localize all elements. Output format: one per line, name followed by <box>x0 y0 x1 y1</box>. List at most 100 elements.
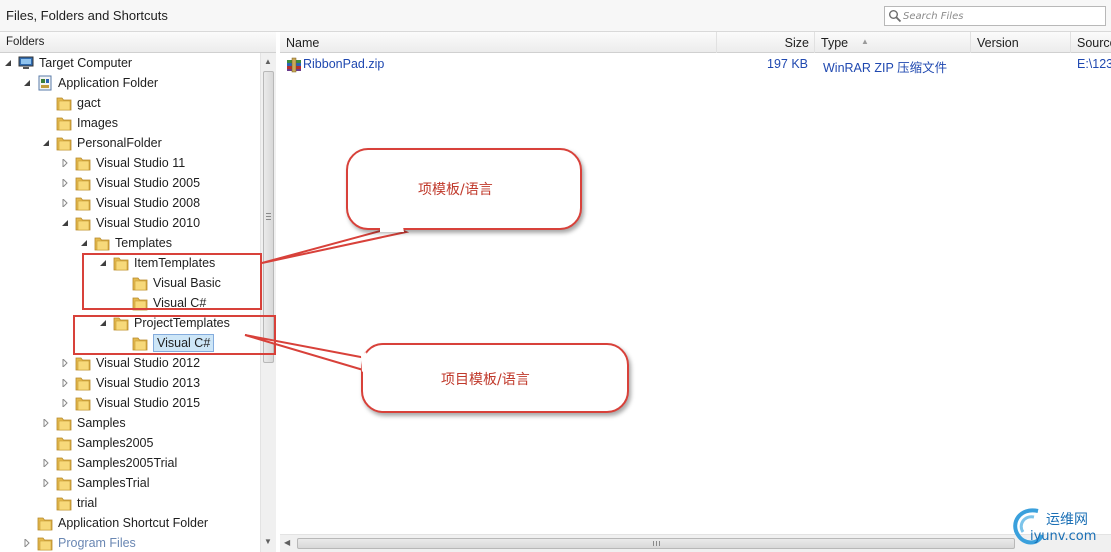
collapsed-arrow-icon[interactable] <box>61 179 69 187</box>
horizontal-scroll-thumb[interactable] <box>297 538 1015 549</box>
folder-icon <box>75 377 91 391</box>
tree-node-label: PersonalFolder <box>77 136 162 150</box>
collapsed-arrow-icon[interactable] <box>42 479 50 487</box>
tree-node[interactable]: PersonalFolder <box>0 133 260 153</box>
folder-icon <box>56 477 72 491</box>
files-horizontal-scrollbar[interactable]: ◀ <box>280 534 1111 552</box>
tree-node[interactable]: Templates <box>0 233 260 253</box>
folder-icon <box>56 97 72 111</box>
callout-item-text: 项模板/语言 <box>418 182 493 198</box>
tree-node-label: Visual Studio 2013 <box>96 376 201 390</box>
scroll-left-arrow-icon[interactable]: ◀ <box>284 538 290 547</box>
collapsed-arrow-icon[interactable] <box>61 359 69 367</box>
expanded-arrow-icon[interactable] <box>42 139 50 147</box>
tree-node-label: Visual Studio 2015 <box>96 396 201 410</box>
tree-node[interactable]: Program Files <box>0 533 260 552</box>
file-row[interactable]: RibbonPad.zip 197 KB WinRAR ZIP 压缩文件 E:\… <box>280 54 1111 75</box>
folder-icon <box>56 137 72 151</box>
tree-node[interactable]: gact <box>0 93 260 113</box>
tree-node-label: Visual Studio 2005 <box>96 176 201 190</box>
column-header-size[interactable]: Size <box>717 32 815 53</box>
scroll-down-arrow-icon[interactable]: ▼ <box>264 537 272 546</box>
folder-icon <box>75 157 91 171</box>
collapsed-arrow-icon[interactable] <box>42 459 50 467</box>
tree-node[interactable]: Visual Studio 2013 <box>0 373 260 393</box>
folder-icon <box>56 417 72 431</box>
sort-ascending-icon: ▲ <box>861 37 869 46</box>
tree-node[interactable]: Images <box>0 113 260 133</box>
scroll-up-arrow-icon[interactable]: ▲ <box>264 57 272 66</box>
folder-icon <box>37 517 53 531</box>
file-type: WinRAR ZIP 压缩文件 <box>823 61 948 75</box>
folders-header: Folders <box>0 32 276 53</box>
folder-icon <box>56 457 72 471</box>
tree-node[interactable]: Samples <box>0 413 260 433</box>
column-header-type[interactable]: Type ▲ <box>815 32 971 53</box>
search-box[interactable] <box>884 6 1106 26</box>
collapsed-arrow-icon[interactable] <box>61 199 69 207</box>
tree-node[interactable]: SamplesTrial <box>0 473 260 493</box>
folder-icon <box>75 177 91 191</box>
item-templates-highlight <box>82 253 262 310</box>
collapsed-arrow-icon[interactable] <box>23 539 31 547</box>
folder-icon <box>56 117 72 131</box>
file-name: RibbonPad.zip <box>303 57 385 71</box>
tree-node[interactable]: Application Shortcut Folder <box>0 513 260 533</box>
folder-icon <box>75 357 91 371</box>
horizontal-grip-icon <box>653 541 660 546</box>
collapsed-arrow-icon[interactable] <box>42 419 50 427</box>
watermark-logo: 运维网 iyunv.com <box>1008 503 1110 552</box>
search-input[interactable] <box>903 8 1101 24</box>
expanded-arrow-icon[interactable] <box>80 239 88 247</box>
column-header-name[interactable]: Name <box>280 32 717 53</box>
computer-icon <box>18 56 34 69</box>
window-title: Files, Folders and Shortcuts <box>6 8 168 23</box>
tree-node-label: gact <box>77 96 101 110</box>
app-folder-icon <box>38 75 52 91</box>
tree-node-label: Templates <box>115 236 172 250</box>
watermark-en-text: iyunv.com <box>1030 529 1097 544</box>
tree-node-label: Samples2005 <box>77 436 154 450</box>
tree-node-label: Program Files <box>58 536 136 550</box>
tree-node-label: trial <box>77 496 98 510</box>
tree-node-label: Samples <box>77 416 126 430</box>
collapsed-arrow-icon[interactable] <box>61 399 69 407</box>
collapsed-arrow-icon[interactable] <box>61 379 69 387</box>
watermark-cn-text: 运维网 <box>1046 512 1088 528</box>
column-header-bar: Name Size Type ▲ Version Source <box>280 32 1111 53</box>
tree-node[interactable]: Target Computer <box>0 53 260 73</box>
files-panel: Name Size Type ▲ Version Source RibbonPa… <box>280 32 1111 552</box>
folder-icon <box>37 537 53 551</box>
search-icon <box>889 10 902 23</box>
project-templates-highlight <box>73 315 276 355</box>
callout-item-templates: 项模板/语言 <box>346 148 582 230</box>
folder-icon <box>75 217 91 231</box>
callout-project-text: 项目模板/语言 <box>441 372 530 388</box>
tree-node[interactable]: Visual Studio 11 <box>0 153 260 173</box>
expanded-arrow-icon[interactable] <box>23 79 31 87</box>
tree-node-label: Application Folder <box>58 76 159 90</box>
tree-node-label: Visual Studio 11 <box>96 156 186 170</box>
tree-node-label: Target Computer <box>39 56 133 70</box>
folder-icon <box>56 497 72 511</box>
tree-node-label: Samples2005Trial <box>77 456 178 470</box>
expanded-arrow-icon[interactable] <box>61 219 69 227</box>
window-titlebar: Files, Folders and Shortcuts <box>0 0 1111 32</box>
expanded-arrow-icon[interactable] <box>4 59 12 67</box>
tree-node[interactable]: Samples2005 <box>0 433 260 453</box>
tree-node[interactable]: Visual Studio 2005 <box>0 173 260 193</box>
tree-node[interactable]: Visual Studio 2010 <box>0 213 260 233</box>
tree-node-label: Visual Studio 2008 <box>96 196 201 210</box>
tree-node[interactable]: Samples2005Trial <box>0 453 260 473</box>
tree-node[interactable]: Visual Studio 2015 <box>0 393 260 413</box>
collapsed-arrow-icon[interactable] <box>61 159 69 167</box>
tree-vertical-scrollbar[interactable]: ▲ ▼ <box>260 53 276 552</box>
column-header-source[interactable]: Source <box>1071 32 1111 53</box>
tree-node[interactable]: Visual Studio 2012 <box>0 353 260 373</box>
file-size: 197 KB <box>767 57 809 71</box>
tree-node[interactable]: Application Folder <box>0 73 260 93</box>
scroll-grip-icon <box>266 213 271 220</box>
tree-node[interactable]: Visual Studio 2008 <box>0 193 260 213</box>
tree-node[interactable]: trial <box>0 493 260 513</box>
column-header-version[interactable]: Version <box>971 32 1071 53</box>
